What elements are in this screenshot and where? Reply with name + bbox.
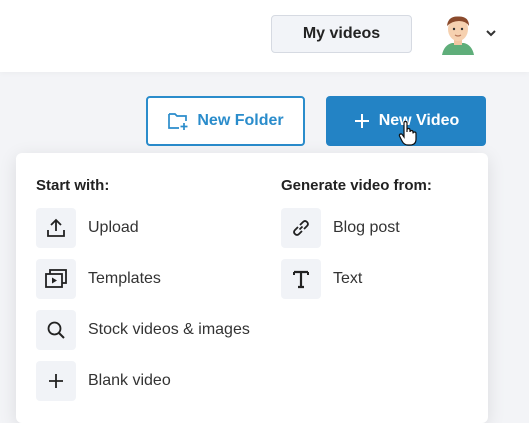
new-video-dropdown-menu: Start with: Generate video from: Upload …: [16, 153, 488, 423]
new-folder-button[interactable]: New Folder: [146, 96, 305, 146]
folder-plus-icon: [167, 111, 189, 131]
top-bar: My videos: [0, 0, 529, 72]
menu-item-upload[interactable]: Upload: [36, 206, 139, 250]
user-avatar[interactable]: [440, 15, 476, 55]
avatar-image: [442, 16, 474, 55]
plus-icon: [36, 361, 76, 401]
menu-item-label: Templates: [88, 270, 161, 287]
new-video-label: New Video: [378, 112, 460, 129]
menu-item-text[interactable]: Text: [281, 257, 362, 301]
templates-icon: [36, 259, 76, 299]
menu-item-label: Text: [333, 270, 363, 287]
menu-item-stock-media[interactable]: Stock videos & images: [36, 308, 250, 352]
search-icon: [36, 310, 76, 350]
menu-item-templates[interactable]: Templates: [36, 257, 161, 301]
link-icon: [281, 208, 321, 248]
plus-icon: [353, 112, 371, 130]
menu-item-label: Blank video: [88, 372, 171, 389]
menu-item-blog-post[interactable]: Blog post: [281, 206, 400, 250]
start-with-heading: Start with:: [36, 177, 110, 194]
hand-cursor-icon: [398, 121, 418, 147]
menu-item-label: Blog post: [333, 219, 400, 236]
menu-item-blank-video[interactable]: Blank video: [36, 359, 171, 403]
menu-item-label: Upload: [88, 219, 139, 236]
my-videos-button[interactable]: My videos: [271, 15, 412, 53]
generate-from-heading: Generate video from:: [281, 177, 432, 194]
text-icon: [281, 259, 321, 299]
upload-icon: [36, 208, 76, 248]
new-folder-label: New Folder: [197, 112, 284, 129]
menu-item-label: Stock videos & images: [88, 321, 250, 338]
chevron-down-icon[interactable]: [485, 28, 497, 38]
